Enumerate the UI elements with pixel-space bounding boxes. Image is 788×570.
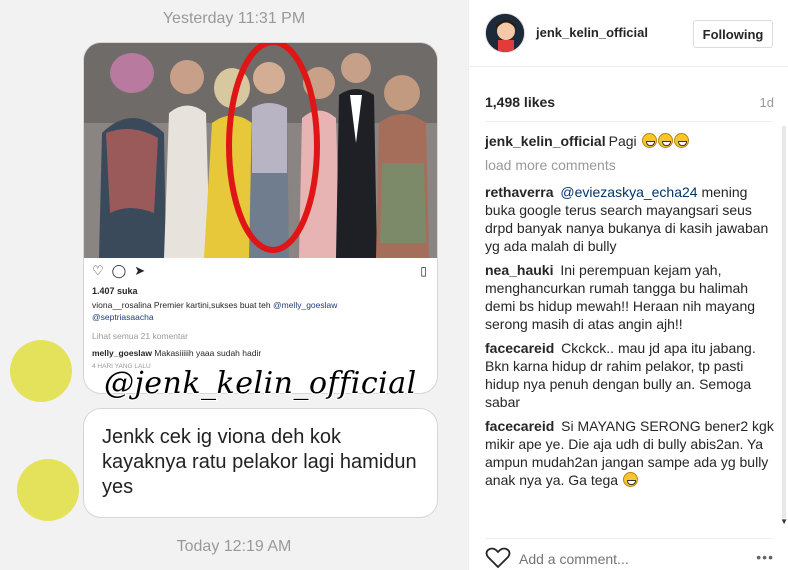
caption-tag-2[interactable]: @septriasaacha <box>92 312 154 322</box>
caption-username[interactable]: jenk_kelin_official <box>485 133 606 149</box>
load-more-comments[interactable]: load more comments <box>485 156 775 174</box>
post-action-icons: ♡ ◯ ➤ <box>92 264 145 278</box>
post-username[interactable]: jenk_kelin_official <box>536 25 648 40</box>
caption-text: Pagi <box>608 133 637 149</box>
bookmark-icon[interactable]: ▯ <box>420 264 427 278</box>
following-button[interactable]: Following <box>693 20 773 48</box>
instagram-post-panel: jenk_kelin_official Following 1,498 like… <box>468 0 788 570</box>
profile-avatar[interactable] <box>485 13 525 53</box>
watermark-text: @jenk_kelin_official <box>104 366 417 401</box>
message-bubble: Jenkk cek ig viona deh kok kayaknya ratu… <box>83 408 438 518</box>
group-photo <box>84 43 437 258</box>
chat-screenshot: Yesterday 11:31 PM ♡ ◯ ➤ ▯ 1.407 suka vi… <box>0 0 468 570</box>
comment: rethaverra @eviezaskya_echa24 mening buk… <box>485 183 775 255</box>
grin-emoji-icon <box>673 133 689 148</box>
comment: facecareid Si MAYANG SERONG bener2 kgk m… <box>485 417 775 489</box>
comments-list: jenk_kelin_official Pagi load more commen… <box>485 132 775 495</box>
shared-post-likes: 1.407 suka <box>92 286 138 296</box>
caption-user[interactable]: viona__rosalina <box>92 300 152 310</box>
caption: jenk_kelin_official Pagi <box>485 132 775 150</box>
grin-emoji-icon <box>641 133 657 148</box>
view-all-comments[interactable]: Lihat semua 21 komentar <box>92 331 188 341</box>
add-comment-input[interactable] <box>519 551 719 567</box>
caption-tag-1[interactable]: @melly_goeslaw <box>273 300 337 310</box>
timestamp-top: Yesterday 11:31 PM <box>162 10 306 27</box>
comment-username[interactable]: nea_hauki <box>485 262 553 278</box>
comment-text: Makasiiiiih yaaa sudah hadir <box>154 348 262 358</box>
divider <box>485 121 773 122</box>
comment: nea_hauki Ini perempuan kejam yah, mengh… <box>485 261 775 333</box>
likes-count[interactable]: 1,498 likes <box>485 94 555 110</box>
divider <box>485 538 773 539</box>
caption-text: Premier kartini,sukses buat teh <box>153 300 271 310</box>
comment-user[interactable]: melly_goeslaw <box>92 348 152 358</box>
comment-icon[interactable]: ◯ <box>112 264 127 278</box>
comment-mention[interactable]: @eviezaskya_echa24 <box>560 184 697 200</box>
comment-username[interactable]: facecareid <box>485 340 554 356</box>
timestamp-bottom: Today 12:19 AM <box>176 538 292 555</box>
divider <box>469 66 788 67</box>
scroll-down-arrow-icon[interactable]: ▼ <box>780 517 788 526</box>
comments-scrollbar[interactable] <box>782 126 786 518</box>
shared-post-bubble[interactable]: ♡ ◯ ➤ ▯ 1.407 suka viona__rosalina Premi… <box>83 42 438 394</box>
grin-emoji-icon <box>657 133 673 148</box>
post-age: 1d <box>759 95 774 110</box>
profile-avatar-image <box>486 14 524 52</box>
sad-emoji-icon <box>622 472 638 487</box>
shared-post-comment: melly_goeslaw Makasiiiiih yaaa sudah had… <box>92 348 261 358</box>
sender-avatar <box>17 459 79 521</box>
comment: facecareid Ckckck.. mau jd apa itu jaban… <box>485 339 775 411</box>
share-icon[interactable]: ➤ <box>134 264 145 278</box>
group-photo-image <box>84 43 437 258</box>
comment-username[interactable]: rethaverra <box>485 184 554 200</box>
comment-username[interactable]: facecareid <box>485 418 554 434</box>
shared-post-caption: viona__rosalina Premier kartini,sukses b… <box>92 299 430 323</box>
heart-icon[interactable] <box>485 547 511 569</box>
sender-avatar <box>10 340 72 402</box>
heart-icon[interactable]: ♡ <box>92 264 104 278</box>
more-options-icon[interactable]: ••• <box>756 549 774 565</box>
